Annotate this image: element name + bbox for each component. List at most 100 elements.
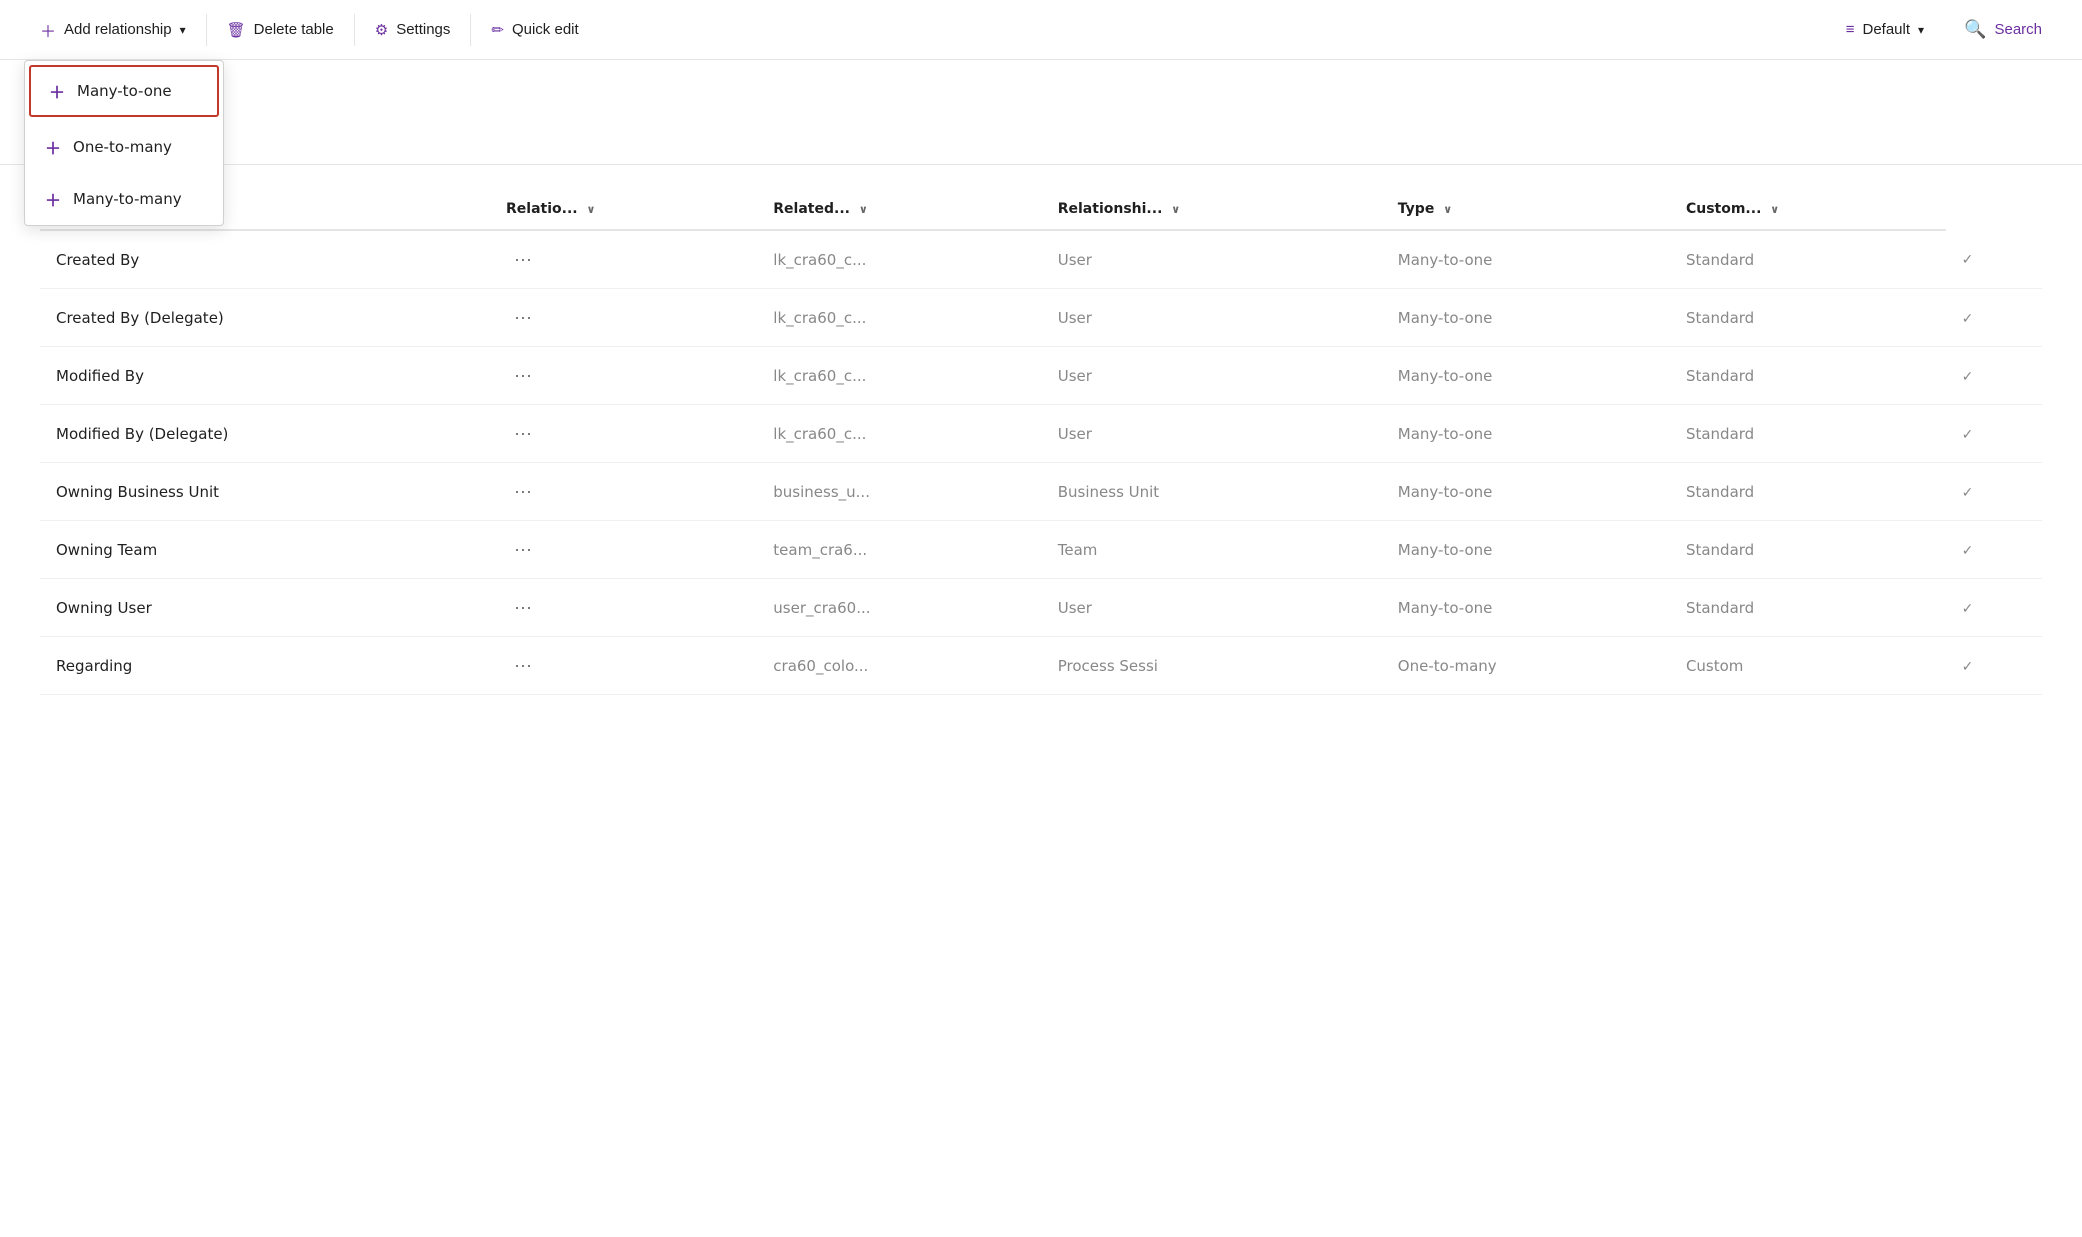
dropdown-label-one-to-many: One-to-many <box>73 138 172 156</box>
cell-relationship: Many-to-one <box>1382 463 1670 521</box>
cell-related: User <box>1042 347 1382 405</box>
cell-relationship: Many-to-one <box>1382 579 1670 637</box>
dropdown-item-many-to-many[interactable]: ＋ Many-to-many <box>25 173 223 225</box>
pencil-icon: ✏ <box>491 21 504 39</box>
chevron-down-icon-2: ▾ <box>1918 23 1924 37</box>
check-icon: ✓ <box>1962 252 1974 268</box>
cell-type: Standard <box>1670 230 1946 289</box>
cell-display-name: Owning User <box>40 579 490 637</box>
add-relationship-button[interactable]: ＋ Add relationship ▾ <box>24 10 202 50</box>
cell-display-name: Regarding <box>40 637 490 695</box>
row-ellipsis-button[interactable]: ··· <box>506 537 540 562</box>
cell-type: Custom <box>1670 637 1946 695</box>
tabs: ...os Views <box>0 108 2082 165</box>
cell-type: Standard <box>1670 579 1946 637</box>
row-ellipsis-button[interactable]: ··· <box>506 305 540 330</box>
table-header-row: Display name ↑ ∨ Relatio... ∨ Related...… <box>40 189 2042 230</box>
dropdown-item-many-to-one[interactable]: ＋ Many-to-one <box>29 65 219 117</box>
cell-ellipsis[interactable]: ··· <box>490 579 757 637</box>
cell-custom: ✓ <box>1946 289 2042 347</box>
col-header-related[interactable]: Related... ∨ <box>757 189 1041 230</box>
add-relationship-dropdown: ＋ Many-to-one ＋ One-to-many ＋ Many-to-ma… <box>24 60 224 226</box>
row-ellipsis-button[interactable]: ··· <box>506 479 540 504</box>
check-icon: ✓ <box>1962 311 1974 327</box>
col-header-custom[interactable]: Custom... ∨ <box>1670 189 1946 230</box>
table-container: Display name ↑ ∨ Relatio... ∨ Related...… <box>0 165 2082 719</box>
list-icon: ≡ <box>1846 21 1855 38</box>
cell-type: Standard <box>1670 347 1946 405</box>
cell-relationship: Many-to-one <box>1382 405 1670 463</box>
row-ellipsis-button[interactable]: ··· <box>506 363 540 388</box>
toolbar-divider-1 <box>206 14 207 46</box>
check-icon: ✓ <box>1962 485 1974 501</box>
cell-ellipsis[interactable]: ··· <box>490 637 757 695</box>
gear-icon: ⚙ <box>375 21 388 39</box>
chevron-related[interactable]: ∨ <box>859 203 868 216</box>
cell-related: User <box>1042 579 1382 637</box>
cell-display-name: Modified By <box>40 347 490 405</box>
table-row: Modified By ··· lk_cra60_c... User Many-… <box>40 347 2042 405</box>
cell-custom: ✓ <box>1946 521 2042 579</box>
cell-display-name: Owning Business Unit <box>40 463 490 521</box>
row-ellipsis-button[interactable]: ··· <box>506 653 540 678</box>
table-row: Created By (Delegate) ··· lk_cra60_c... … <box>40 289 2042 347</box>
col-header-relationship[interactable]: Relationshi... ∨ <box>1042 189 1382 230</box>
cell-custom: ✓ <box>1946 579 2042 637</box>
cell-relationship: Many-to-one <box>1382 347 1670 405</box>
chevron-relation[interactable]: ∨ <box>586 203 595 216</box>
cell-custom: ✓ <box>1946 347 2042 405</box>
cell-display-name: Created By (Delegate) <box>40 289 490 347</box>
col-header-type[interactable]: Type ∨ <box>1382 189 1670 230</box>
plus-icon-one-to-many: ＋ <box>45 135 61 159</box>
cell-type: Standard <box>1670 463 1946 521</box>
toolbar-divider-2 <box>354 14 355 46</box>
row-ellipsis-button[interactable]: ··· <box>506 595 540 620</box>
cell-ellipsis[interactable]: ··· <box>490 230 757 289</box>
cell-related: User <box>1042 289 1382 347</box>
cell-custom: ✓ <box>1946 230 2042 289</box>
quick-edit-button[interactable]: ✏ Quick edit <box>475 13 594 47</box>
chevron-relationship[interactable]: ∨ <box>1171 203 1180 216</box>
cell-ellipsis[interactable]: ··· <box>490 521 757 579</box>
plus-icon: ＋ <box>40 18 56 42</box>
table-row: Owning User ··· user_cra60... User Many-… <box>40 579 2042 637</box>
chevron-custom[interactable]: ∨ <box>1770 203 1779 216</box>
dropdown-label-many-to-one: Many-to-one <box>77 82 172 100</box>
check-icon: ✓ <box>1962 601 1974 617</box>
dropdown-label-many-to-many: Many-to-many <box>73 190 182 208</box>
chevron-type[interactable]: ∨ <box>1443 203 1452 216</box>
delete-table-label: Delete table <box>254 21 334 38</box>
cell-type: Standard <box>1670 405 1946 463</box>
table-row: Created By ··· lk_cra60_c... User Many-t… <box>40 230 2042 289</box>
settings-label: Settings <box>396 21 450 38</box>
search-button[interactable]: 🔍 Search <box>1948 11 2058 48</box>
row-ellipsis-button[interactable]: ··· <box>506 421 540 446</box>
search-icon: 🔍 <box>1964 19 1986 40</box>
cell-ellipsis[interactable]: ··· <box>490 463 757 521</box>
cell-custom: ✓ <box>1946 637 2042 695</box>
cell-display-name: Owning Team <box>40 521 490 579</box>
default-label: Default <box>1862 21 1910 38</box>
table-row: Modified By (Delegate) ··· lk_cra60_c...… <box>40 405 2042 463</box>
chevron-down-icon: ▾ <box>180 23 186 37</box>
cell-ellipsis[interactable]: ··· <box>490 289 757 347</box>
default-view-button[interactable]: ≡ Default ▾ <box>1830 13 1940 46</box>
cell-relation: lk_cra60_c... <box>757 347 1041 405</box>
table-row: Owning Business Unit ··· business_u... B… <box>40 463 2042 521</box>
check-icon: ✓ <box>1962 659 1974 675</box>
cell-ellipsis[interactable]: ··· <box>490 405 757 463</box>
row-ellipsis-button[interactable]: ··· <box>506 247 540 272</box>
col-header-relation[interactable]: Relatio... ∨ <box>490 189 757 230</box>
quick-edit-label: Quick edit <box>512 21 579 38</box>
toolbar-divider-3 <box>470 14 471 46</box>
plus-icon-many-to-one: ＋ <box>49 79 65 103</box>
cell-relationship: One-to-many <box>1382 637 1670 695</box>
toolbar-right: ≡ Default ▾ 🔍 Search <box>1830 11 2058 48</box>
delete-table-button[interactable]: 🗑 Delete table <box>211 13 350 47</box>
trash-icon: 🗑 <box>227 21 246 39</box>
dropdown-item-one-to-many[interactable]: ＋ One-to-many <box>25 121 223 173</box>
cell-ellipsis[interactable]: ··· <box>490 347 757 405</box>
cell-related: Business Unit <box>1042 463 1382 521</box>
cell-related: Process Sessi <box>1042 637 1382 695</box>
settings-button[interactable]: ⚙ Settings <box>359 13 467 47</box>
